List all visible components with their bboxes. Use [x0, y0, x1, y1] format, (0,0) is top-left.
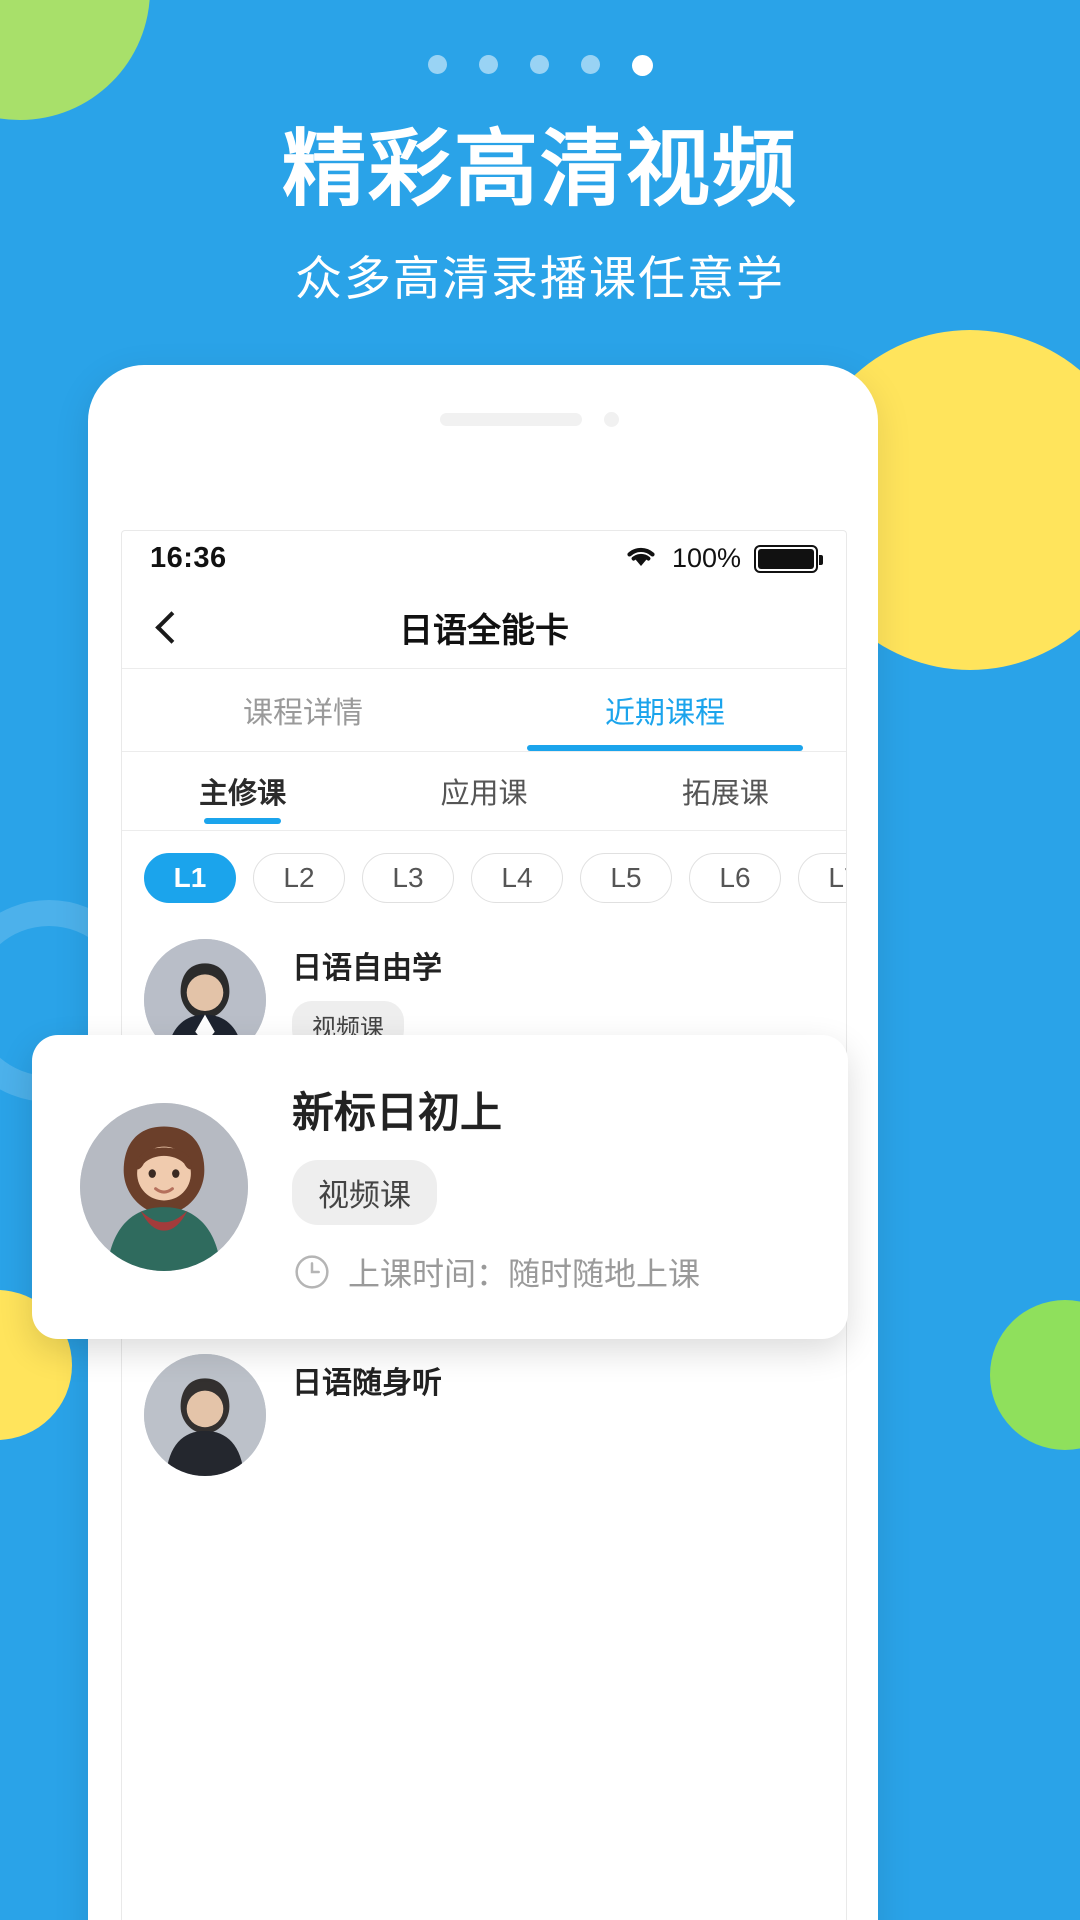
- pagination-dot[interactable]: [427, 55, 447, 74]
- status-bar: 16:36 100%: [122, 531, 846, 586]
- phone-top-bezel: [88, 365, 878, 465]
- teacher-avatar: [80, 1103, 248, 1271]
- promo-headline: 精彩高清视频: [281, 120, 798, 218]
- level-chip-l7[interactable]: L7: [798, 853, 846, 903]
- phone-speaker: [440, 413, 582, 426]
- promo-stage: 精彩高清视频 众多高清录播课任意学 16:36 100% 日语全能卡 课程详情 …: [0, 0, 1080, 1920]
- pagination-dot[interactable]: [529, 55, 549, 74]
- level-chip-l2[interactable]: L2: [253, 853, 345, 903]
- highlight-course-card[interactable]: 新标日初上 视频课 上课时间：随时随地上课: [32, 1035, 848, 1339]
- phone-camera: [604, 412, 619, 427]
- page-title: 日语全能卡: [399, 611, 569, 650]
- course-title: 日语随身听: [292, 1367, 442, 1400]
- level-filter-row[interactable]: L1 L2 L3 L4 L5 L6 L7: [122, 831, 846, 921]
- teacher-avatar: [144, 1354, 266, 1476]
- course-title: 新标日初上: [292, 1089, 503, 1136]
- course-title: 日语自由学: [292, 952, 442, 985]
- pagination-dots: [0, 55, 1080, 76]
- subtab-bar: 主修课 应用课 拓展课: [122, 752, 846, 830]
- tab-bar: 课程详情 近期课程: [122, 669, 846, 751]
- pagination-dot-active[interactable]: [631, 55, 653, 76]
- tab-course-detail[interactable]: 课程详情: [122, 669, 484, 751]
- clock-icon: [292, 1252, 332, 1292]
- level-chip-l5[interactable]: L5: [580, 853, 672, 903]
- status-indicators: 100%: [623, 542, 823, 575]
- course-list-item[interactable]: 日语随身听: [122, 1336, 846, 1494]
- course-time-row: 上课时间：随时随地上课: [292, 1249, 700, 1295]
- battery-full-icon: [754, 544, 823, 573]
- subtab-major[interactable]: 主修课: [122, 752, 363, 830]
- status-time: 16:36: [150, 542, 227, 574]
- decor-blob-green-right: [990, 1300, 1080, 1450]
- level-chip-l4[interactable]: L4: [471, 853, 563, 903]
- course-time-text: 上课时间：随时随地上课: [348, 1256, 701, 1292]
- course-type-badge: 视频课: [292, 1160, 437, 1225]
- wifi-icon: [623, 542, 659, 575]
- subtab-extended[interactable]: 拓展课: [605, 752, 846, 830]
- subtab-applied[interactable]: 应用课: [363, 752, 604, 830]
- battery-percent: 100%: [671, 543, 741, 573]
- nav-bar: 日语全能卡: [122, 586, 846, 669]
- back-button-icon[interactable]: [148, 610, 182, 644]
- highlight-course-info: 新标日初上 视频课 上课时间：随时随地上课: [292, 1079, 700, 1295]
- tab-recent-courses[interactable]: 近期课程: [484, 669, 846, 751]
- level-chip-l3[interactable]: L3: [362, 853, 454, 903]
- pagination-dot[interactable]: [478, 55, 498, 74]
- promo-subheadline: 众多高清录播课任意学: [295, 252, 785, 307]
- level-chip-l1[interactable]: L1: [144, 853, 236, 903]
- level-chip-l6[interactable]: L6: [689, 853, 781, 903]
- course-info: 日语随身听: [292, 1354, 824, 1402]
- pagination-dot[interactable]: [580, 55, 600, 74]
